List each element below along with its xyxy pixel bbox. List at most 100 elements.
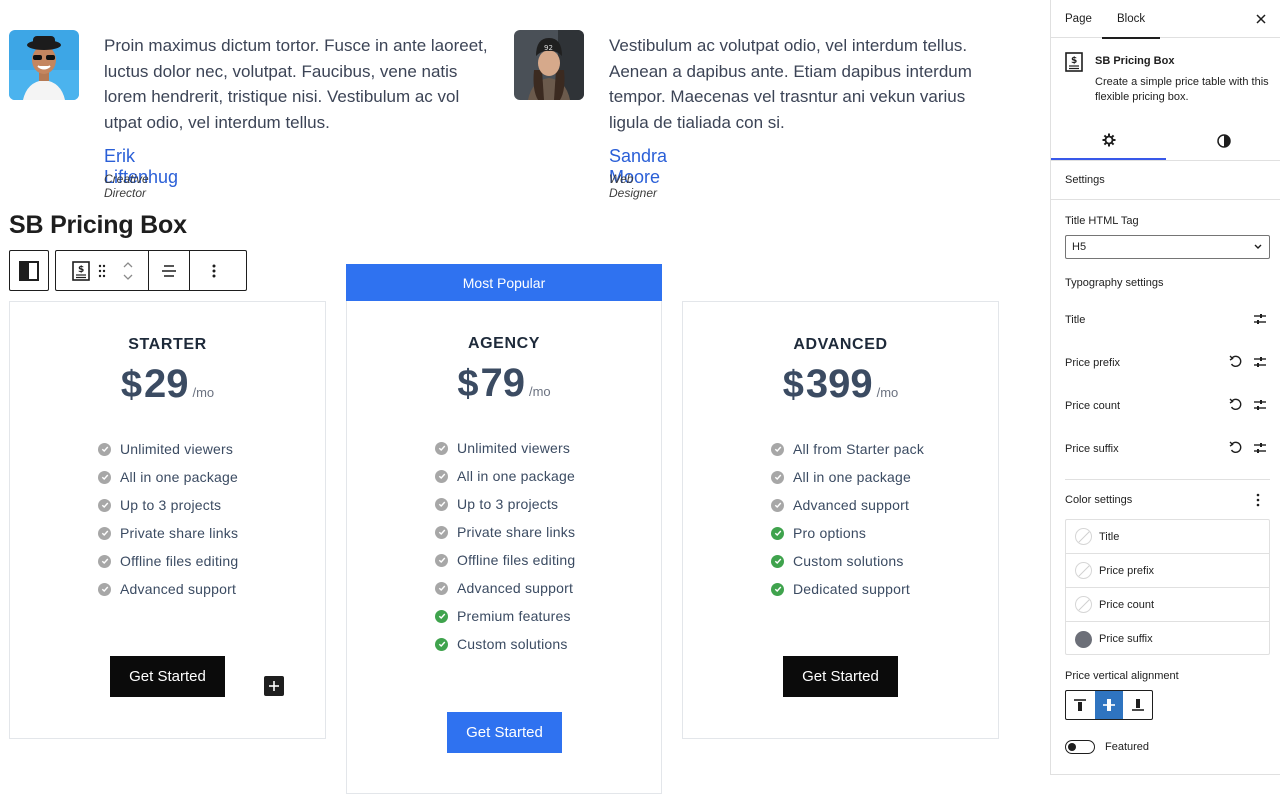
get-started-button[interactable]: Get Started — [783, 656, 898, 697]
color-item-price-suffix[interactable]: Price suffix — [1066, 622, 1269, 656]
reset-icon[interactable] — [1228, 354, 1244, 370]
columns-icon[interactable] — [10, 251, 48, 290]
tab-styles[interactable] — [1166, 122, 1280, 160]
feature-text: Offline files editing — [120, 553, 239, 569]
block-parent-selector[interactable] — [9, 250, 49, 291]
title-tag-select[interactable]: H5 — [1065, 235, 1270, 259]
price-prefix: $ — [457, 363, 479, 405]
feature-text: Advanced support — [120, 581, 237, 597]
move-down-icon[interactable] — [122, 273, 134, 281]
align-bottom-button[interactable] — [1123, 691, 1152, 719]
settings-sliders-icon[interactable] — [1252, 440, 1268, 456]
settings-heading: Settings — [1065, 174, 1105, 186]
check-icon — [98, 526, 111, 540]
tab-block[interactable]: Block — [1101, 0, 1161, 39]
typography-row-price-prefix: Price prefix — [1065, 353, 1270, 373]
get-started-button[interactable]: Get Started — [110, 656, 225, 697]
pricing-card-advanced[interactable]: ADVANCED $ 399 /mo All from Starter pack… — [682, 301, 999, 739]
color-item-title[interactable]: Title — [1066, 520, 1269, 554]
align-icon[interactable] — [149, 251, 189, 290]
plan-price: $ 399 /mo — [683, 362, 998, 407]
add-block-icon[interactable] — [264, 676, 284, 696]
color-item-price-prefix[interactable]: Price prefix — [1066, 554, 1269, 588]
reset-icon[interactable] — [1228, 397, 1244, 413]
feature-text: Private share links — [120, 525, 239, 541]
feature-item: Up to 3 projects — [98, 491, 238, 519]
check-icon — [435, 441, 448, 455]
color-swatch — [1075, 528, 1092, 545]
check-icon — [435, 581, 448, 595]
typography-label: Price count — [1065, 400, 1121, 412]
plan-price: $ 29 /mo — [10, 362, 325, 407]
align-center-icon — [1103, 699, 1115, 711]
move-up-icon[interactable] — [122, 261, 134, 269]
feature-text: Unlimited viewers — [457, 440, 571, 456]
alignment-label: Price vertical alignment — [1065, 670, 1179, 682]
featured-label: Featured — [1105, 741, 1150, 753]
feature-text: Up to 3 projects — [120, 497, 222, 513]
svg-text:$: $ — [78, 265, 84, 275]
price-suffix: /mo — [876, 385, 899, 400]
settings-sliders-icon[interactable] — [1252, 354, 1268, 370]
check-icon — [435, 637, 448, 651]
feature-item: Premium features — [435, 602, 575, 630]
feature-item: Unlimited viewers — [435, 434, 575, 462]
price-prefix: $ — [120, 364, 142, 406]
price-count: 399 — [805, 362, 873, 406]
feature-item: All in one package — [435, 462, 575, 490]
plan-price: $ 79 /mo — [347, 361, 661, 406]
feature-item: All from Starter pack — [771, 435, 924, 463]
settings-sliders-icon[interactable] — [1252, 311, 1268, 327]
check-icon — [771, 498, 784, 512]
check-icon — [771, 442, 784, 456]
feature-text: Custom solutions — [793, 553, 904, 569]
reset-icon[interactable] — [1228, 440, 1244, 456]
typography-label: Price prefix — [1065, 357, 1121, 369]
feature-list: Unlimited viewers All in one package Up to… — [98, 435, 238, 603]
more-options-icon[interactable] — [1250, 492, 1266, 508]
check-icon — [435, 525, 448, 539]
feature-text: All from Starter pack — [793, 441, 925, 457]
feature-item: Private share links — [435, 518, 575, 546]
block-toolbar: $ — [55, 250, 247, 291]
drag-handle-icon[interactable] — [96, 251, 108, 290]
contrast-icon — [1216, 134, 1231, 148]
align-center-button[interactable] — [1094, 691, 1124, 719]
typography-label: Title — [1065, 314, 1086, 326]
color-item-label: Price suffix — [1099, 633, 1153, 645]
check-icon — [98, 498, 111, 512]
pricing-card-starter[interactable]: STARTER $ 29 /mo Unlimited viewers All in… — [9, 301, 326, 739]
tab-page[interactable]: Page — [1065, 0, 1092, 38]
settings-sliders-icon[interactable] — [1252, 397, 1268, 413]
feature-text: All in one package — [457, 468, 576, 484]
price-suffix: /mo — [192, 385, 215, 400]
feature-item: Advanced support — [98, 575, 238, 603]
sidebar-tabs: Page Block — [1051, 0, 1280, 39]
align-top-button[interactable] — [1066, 691, 1095, 719]
check-icon — [98, 582, 111, 596]
check-icon — [771, 526, 784, 540]
feature-item: Private share links — [98, 519, 238, 547]
feature-item: Custom solutions — [435, 630, 575, 658]
block-name: SB Pricing Box — [1095, 55, 1175, 67]
feature-text: Offline files editing — [457, 552, 576, 568]
feature-text: Unlimited viewers — [120, 441, 234, 457]
color-item-price-count[interactable]: Price count — [1066, 588, 1269, 622]
settings-sidebar: Page Block $ SB Pricing Box Create a sim… — [1050, 0, 1280, 775]
feature-item: Advanced support — [771, 491, 924, 519]
price-count: 29 — [143, 362, 189, 406]
pricing-card-agency[interactable]: AGENCY $ 79 /mo Unlimited viewers All in … — [346, 264, 662, 794]
feature-item: Up to 3 projects — [435, 490, 575, 518]
title-tag-label: Title HTML Tag — [1065, 215, 1139, 227]
get-started-button[interactable]: Get Started — [447, 712, 562, 753]
price-prefix: $ — [782, 364, 804, 406]
feature-list: All from Starter pack All in one package A… — [771, 435, 924, 603]
tab-settings[interactable] — [1051, 122, 1166, 160]
feature-item: Pro options — [771, 519, 924, 547]
more-options-icon[interactable] — [190, 251, 238, 290]
align-bottom-icon — [1131, 699, 1144, 711]
toggle-knob — [1068, 743, 1076, 751]
featured-toggle[interactable] — [1065, 740, 1095, 754]
close-icon[interactable] — [1253, 11, 1269, 27]
feature-text: Private share links — [457, 524, 576, 540]
